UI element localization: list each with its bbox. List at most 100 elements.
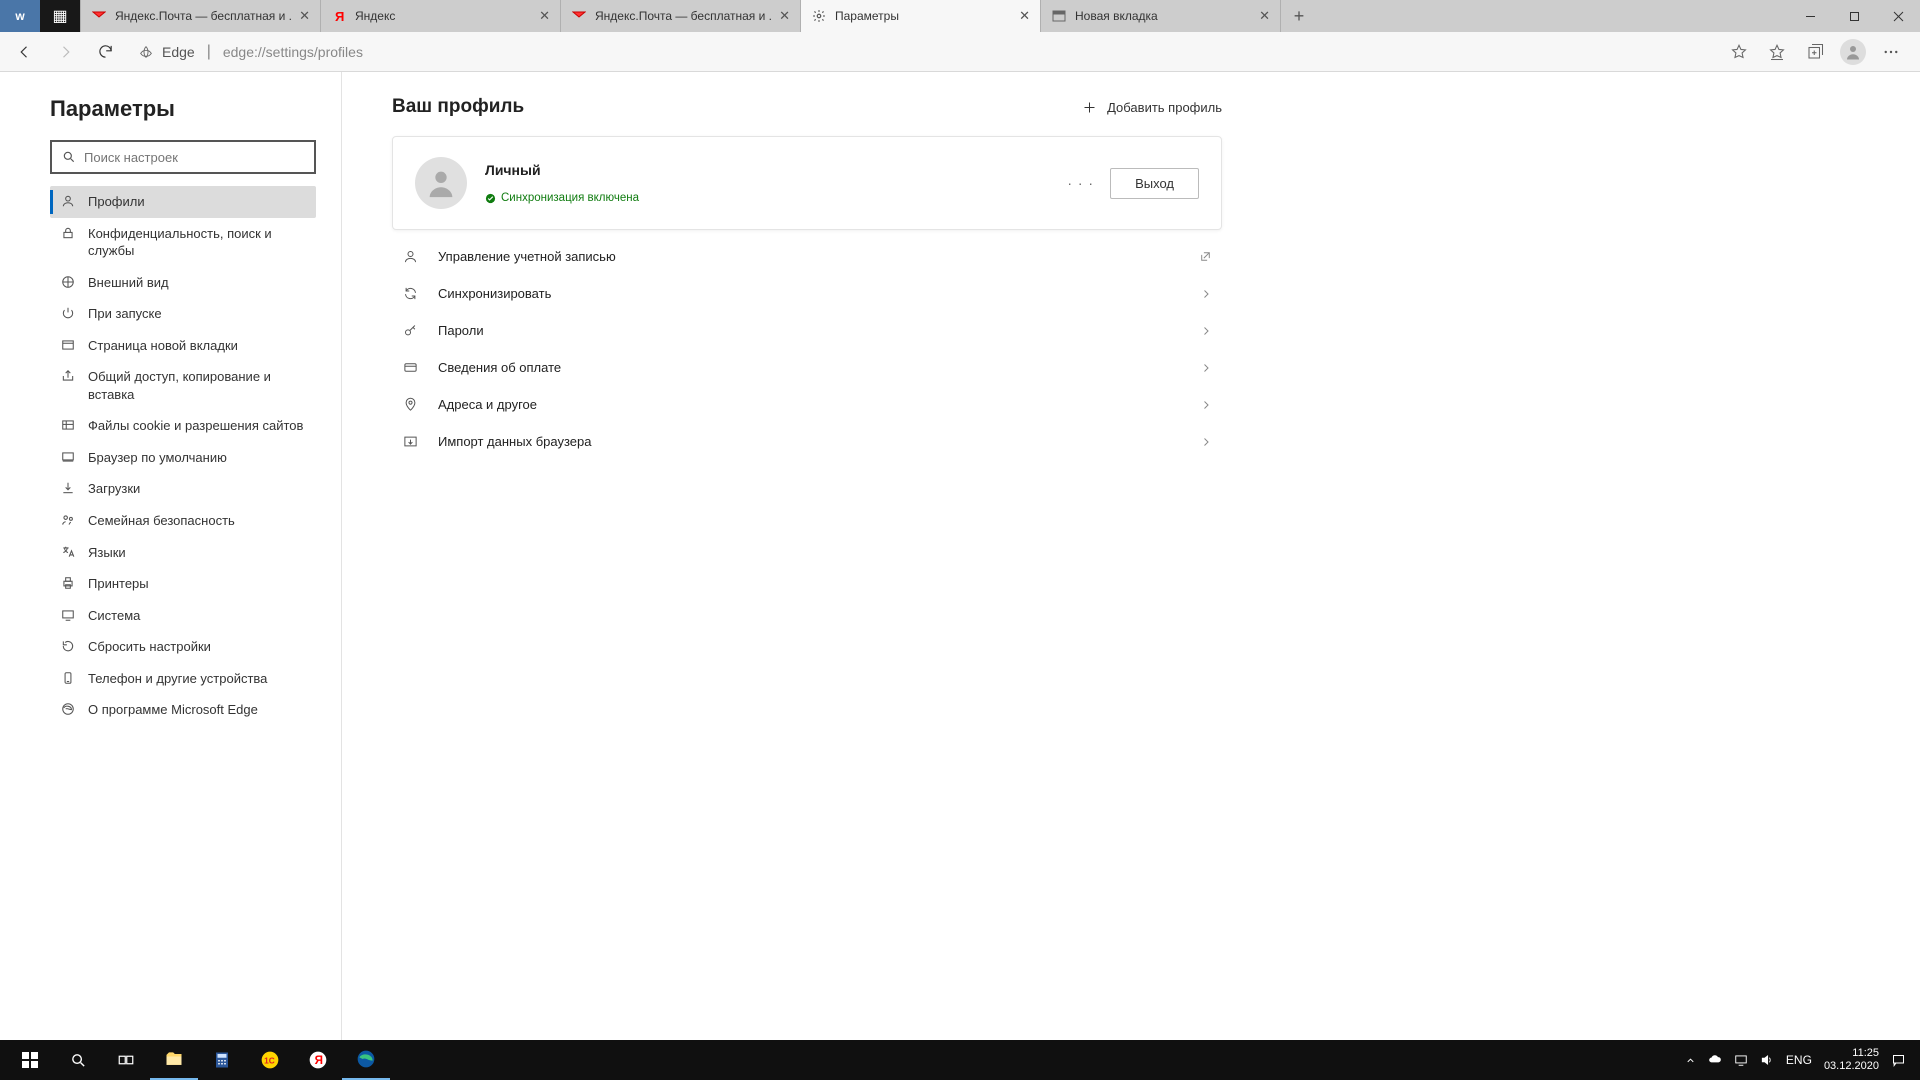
tab-settings[interactable]: Параметры ✕ <box>801 0 1041 32</box>
option-payment[interactable]: Сведения об оплате <box>392 349 1222 386</box>
tray-language[interactable]: ENG <box>1786 1053 1812 1067</box>
nav-label: Система <box>88 607 140 625</box>
chevron-right-icon <box>1200 399 1212 411</box>
chevron-right-icon <box>1200 436 1212 448</box>
window-controls <box>1788 0 1920 32</box>
address-field[interactable]: Edge | edge://settings/profiles <box>128 37 1716 67</box>
page-identity-icon[interactable] <box>138 44 154 60</box>
close-icon[interactable]: ✕ <box>1019 8 1030 24</box>
taskbar-1c[interactable]: 1C <box>246 1040 294 1080</box>
minimize-button[interactable] <box>1788 0 1832 32</box>
nav-privacy[interactable]: Конфиденциальность, поиск и службы <box>50 218 316 267</box>
profile-avatar-button[interactable] <box>1836 36 1870 68</box>
taskbar-calculator[interactable] <box>198 1040 246 1080</box>
option-label: Пароли <box>438 323 1180 338</box>
nav-downloads[interactable]: Загрузки <box>50 473 316 505</box>
nav-system[interactable]: Система <box>50 600 316 632</box>
share-icon <box>60 368 76 383</box>
power-icon <box>60 305 76 320</box>
nav-label: Конфиденциальность, поиск и службы <box>88 225 306 260</box>
newtab-icon <box>1051 8 1067 24</box>
nav-about[interactable]: О программе Microsoft Edge <box>50 694 316 726</box>
forward-button[interactable] <box>48 36 82 68</box>
settings-search-input[interactable] <box>84 150 304 165</box>
separator: | <box>207 43 211 61</box>
tray-onedrive-icon[interactable] <box>1708 1053 1722 1067</box>
task-view-button[interactable] <box>102 1040 150 1080</box>
option-manage-account[interactable]: Управление учетной записью <box>392 238 1222 275</box>
tray-chevron-up-icon[interactable] <box>1685 1055 1696 1066</box>
option-addresses[interactable]: Адреса и другое <box>392 386 1222 423</box>
new-tab-button[interactable]: + <box>1281 0 1317 32</box>
option-passwords[interactable]: Пароли <box>392 312 1222 349</box>
add-profile-button[interactable]: Добавить профиль <box>1082 100 1222 115</box>
tray-network-icon[interactable] <box>1734 1053 1748 1067</box>
nav-share[interactable]: Общий доступ, копирование и вставка <box>50 361 316 410</box>
nav-cookies[interactable]: Файлы cookie и разрешения сайтов <box>50 410 316 442</box>
nav-label: Сбросить настройки <box>88 638 211 656</box>
tray-notifications-icon[interactable] <box>1891 1053 1906 1068</box>
close-icon[interactable]: ✕ <box>779 8 790 24</box>
settings-search[interactable] <box>50 140 316 174</box>
pinned-tab-plus[interactable]: ▦ <box>40 0 80 32</box>
refresh-button[interactable] <box>88 36 122 68</box>
collections-icon[interactable] <box>1798 36 1832 68</box>
tab-new[interactable]: Новая вкладка ✕ <box>1041 0 1281 32</box>
nav-newtab[interactable]: Страница новой вкладки <box>50 330 316 362</box>
taskbar-search[interactable] <box>54 1040 102 1080</box>
option-label: Адреса и другое <box>438 397 1180 412</box>
more-menu-button[interactable] <box>1874 36 1908 68</box>
key-icon <box>402 323 418 338</box>
option-label: Управление учетной записью <box>438 249 1179 264</box>
nav-devices[interactable]: Телефон и другие устройства <box>50 663 316 695</box>
favorites-hub-icon[interactable] <box>1760 36 1794 68</box>
person-icon <box>60 193 76 208</box>
nav-printers[interactable]: Принтеры <box>50 568 316 600</box>
nav-profiles[interactable]: Профили <box>50 186 316 218</box>
check-icon <box>485 193 496 204</box>
tray-time: 11:25 <box>1824 1047 1879 1060</box>
taskbar-explorer[interactable] <box>150 1040 198 1080</box>
profile-name: Личный <box>485 162 1049 178</box>
phone-icon <box>60 670 76 685</box>
download-icon <box>60 480 76 495</box>
tab-yandex-mail-2[interactable]: Яндекс.Почта — бесплатная и ... ✕ <box>561 0 801 32</box>
add-profile-label: Добавить профиль <box>1107 100 1222 115</box>
close-icon[interactable]: ✕ <box>539 8 550 24</box>
nav-label: Браузер по умолчанию <box>88 449 227 467</box>
nav-default-browser[interactable]: Браузер по умолчанию <box>50 442 316 474</box>
avatar-icon <box>1840 39 1866 65</box>
chevron-right-icon <box>1200 325 1212 337</box>
nav-label: Загрузки <box>88 480 140 498</box>
back-button[interactable] <box>8 36 42 68</box>
tray-volume-icon[interactable] <box>1760 1053 1774 1067</box>
tab-yandex[interactable]: Я Яндекс ✕ <box>321 0 561 32</box>
pinned-tab-vk[interactable]: w <box>0 0 40 32</box>
nav-family[interactable]: Семейная безопасность <box>50 505 316 537</box>
content-area: Параметры Профили Конфиденциальность, по… <box>0 72 1920 1040</box>
maximize-button[interactable] <box>1832 0 1876 32</box>
close-icon[interactable]: ✕ <box>299 8 310 24</box>
profile-more-button[interactable]: · · · <box>1067 175 1094 191</box>
favorite-star-icon[interactable] <box>1722 36 1756 68</box>
tab-icon <box>60 337 76 352</box>
close-window-button[interactable] <box>1876 0 1920 32</box>
nav-languages[interactable]: Языки <box>50 537 316 569</box>
settings-nav: Профили Конфиденциальность, поиск и служ… <box>50 186 316 726</box>
external-link-icon <box>1199 250 1212 263</box>
start-button[interactable] <box>6 1040 54 1080</box>
option-import[interactable]: Импорт данных браузера <box>392 423 1222 460</box>
system-icon <box>60 607 76 622</box>
nav-startup[interactable]: При запуске <box>50 298 316 330</box>
nav-reset[interactable]: Сбросить настройки <box>50 631 316 663</box>
nav-label: Страница новой вкладки <box>88 337 238 355</box>
option-sync[interactable]: Синхронизировать <box>392 275 1222 312</box>
taskbar-edge[interactable] <box>342 1040 390 1080</box>
logout-button[interactable]: Выход <box>1110 168 1199 199</box>
close-icon[interactable]: ✕ <box>1259 8 1270 24</box>
nav-appearance[interactable]: Внешний вид <box>50 267 316 299</box>
tray-clock[interactable]: 11:25 03.12.2020 <box>1824 1047 1879 1072</box>
taskbar-yandex[interactable]: Я <box>294 1040 342 1080</box>
nav-label: О программе Microsoft Edge <box>88 701 258 719</box>
tab-yandex-mail-1[interactable]: Яндекс.Почта — бесплатная и ... ✕ <box>81 0 321 32</box>
